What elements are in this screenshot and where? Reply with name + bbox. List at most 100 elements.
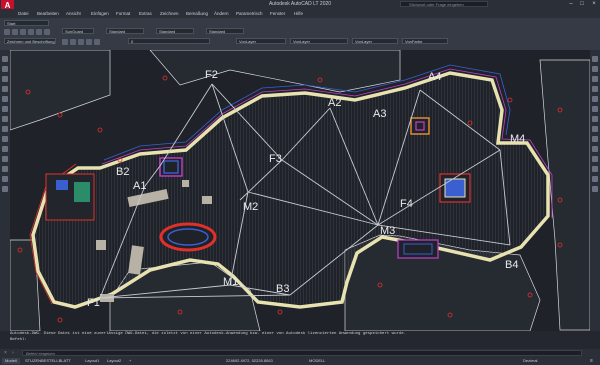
menu-fenster[interactable]: Fenster [270,11,285,16]
extend-tool-icon[interactable] [592,156,598,162]
menu-hilfe[interactable]: Hilfe [294,11,303,16]
drawing-canvas[interactable]: F2 A4 A2 A3 M4 F3 B2 A1 M2 F4 M3 B4 M1 B… [10,50,590,331]
erase-tool-icon[interactable] [592,56,598,62]
title-bar: A Autodesk AutoCAD LT 2020 Stichwort ode… [0,0,600,12]
layer-state-icon[interactable] [70,39,76,45]
window-title: Autodesk AutoCAD LT 2020 [268,1,332,7]
menu-datei[interactable]: Datei [18,11,29,16]
label-M3: M3 [380,225,395,237]
block-tool-icon[interactable] [2,136,8,142]
menu-bar: Datei Bearbeiten Ansicht Einfügen Format… [0,9,600,18]
new-icon[interactable] [4,29,10,35]
tab-layout2[interactable]: Layout2 [104,358,124,364]
menu-bearbeiten[interactable]: Bearbeiten [37,11,59,16]
textstyle-dropdown[interactable]: SunGuard [62,28,94,34]
menu-ansicht[interactable]: Ansicht [66,11,81,16]
customize-icon[interactable]: ≡ [590,358,593,364]
line-tool-icon[interactable] [2,56,8,62]
start-tab[interactable]: Start [4,20,49,26]
background-block [149,50,401,93]
table-tool-icon[interactable] [2,176,8,182]
menu-bemassung[interactable]: Bemaßung [186,11,208,16]
ellipse-tool-icon[interactable] [2,126,8,132]
workspace-dropdown[interactable]: Zeichnen und Beschriftung [4,38,56,44]
history-line: Autodesk-DWG. Diese Datei ist eine zuver… [10,332,407,336]
hatch-tool-icon[interactable] [2,156,8,162]
menu-zeichnen[interactable]: Zeichnen [160,11,179,16]
array-tool-icon[interactable] [592,96,598,102]
tablestyle-dropdown[interactable]: Standard [156,28,194,34]
search-input[interactable]: Stichwort oder Frage eingeben [400,1,488,7]
plotstyle-dropdown[interactable]: VonFarbe [402,38,448,44]
close-command-icon[interactable]: × [4,350,7,356]
label-A1: A1 [133,180,146,192]
command-icon[interactable]: › [12,350,14,356]
lineweight-dropdown[interactable]: VonLayer [352,38,398,44]
light-bulb-icon[interactable] [78,39,84,45]
coordinate-readout: 224692.4972, 52228.8063 [226,358,273,363]
polyline-tool-icon[interactable] [2,66,8,72]
linetype-dropdown[interactable]: VonLayer [290,38,348,44]
break-tool-icon[interactable] [592,166,598,172]
print-icon[interactable] [28,29,34,35]
background-block [10,50,111,131]
fillet-tool-icon[interactable] [592,176,598,182]
tab-model[interactable]: Modell [2,358,20,364]
tab-layout1[interactable]: Layout1 [82,358,102,364]
lock-icon[interactable] [94,39,100,45]
model-space-toggle[interactable]: MODELL [306,358,328,364]
label-A4: A4 [428,71,441,83]
trim-tool-icon[interactable] [592,146,598,152]
toolbar-area: Start SunGuard Standard Standard Standar… [0,18,600,51]
redo-icon[interactable] [44,29,50,35]
layer-dropdown[interactable]: 0 [128,38,210,44]
modify-toolbar [590,50,600,331]
label-A2: A2 [328,97,341,109]
explode-tool-icon[interactable] [592,186,598,192]
drawing-svg: F2 A4 A2 A3 M4 F3 B2 A1 M2 F4 M3 B4 M1 B… [10,50,590,331]
menu-parametrisch[interactable]: Parametrisch [236,11,263,16]
text-tool-icon[interactable] [2,186,8,192]
draw-toolbar [0,50,10,331]
status-bar: Modell STUZENBESTELLBLATT Layout1 Layout… [0,357,600,365]
layer-properties-icon[interactable] [62,39,68,45]
copy-tool-icon[interactable] [592,66,598,72]
point-tool-icon[interactable] [2,146,8,152]
minimize-button[interactable]: – [566,0,576,9]
rectangle-tool-icon[interactable] [2,86,8,92]
move-tool-icon[interactable] [592,106,598,112]
close-button[interactable]: × [589,0,599,9]
offset-tool-icon[interactable] [592,86,598,92]
menu-format[interactable]: Format [116,11,130,16]
menu-einfuegen[interactable]: Einfügen [91,11,109,16]
maximize-button[interactable]: □ [577,0,587,9]
scale-tool-icon[interactable] [592,126,598,132]
spline-tool-icon[interactable] [2,116,8,122]
mirror-tool-icon[interactable] [592,76,598,82]
fountain-ellipse [159,222,217,252]
color-dropdown[interactable]: VonLayer [236,38,286,44]
mlstyle-dropdown[interactable]: Standard [206,28,244,34]
label-F2: F2 [205,69,218,81]
stretch-tool-icon[interactable] [592,136,598,142]
units-dropdown[interactable]: Dezimal [520,358,540,364]
menu-extras[interactable]: Extras [139,11,152,16]
label-B4: B4 [505,259,518,271]
label-B2: B2 [116,166,129,178]
polygon-tool-icon[interactable] [2,76,8,82]
dimstyle-dropdown[interactable]: Standard [106,28,144,34]
region-tool-icon[interactable] [2,166,8,172]
command-input[interactable]: Befehl eingeben [22,350,582,356]
undo-icon[interactable] [36,29,42,35]
arc-tool-icon[interactable] [2,96,8,102]
add-layout-button[interactable]: + [126,358,134,364]
circle-tool-icon[interactable] [2,106,8,112]
rotate-tool-icon[interactable] [592,116,598,122]
save-icon[interactable] [20,29,26,35]
label-M4: M4 [510,133,525,145]
open-icon[interactable] [12,29,18,35]
menu-aendern[interactable]: Ändern [214,11,229,16]
sun-icon[interactable] [86,39,92,45]
tab-layout-stutzen[interactable]: STUZENBESTELLBLATT [22,358,74,364]
label-F4: F4 [400,198,413,210]
